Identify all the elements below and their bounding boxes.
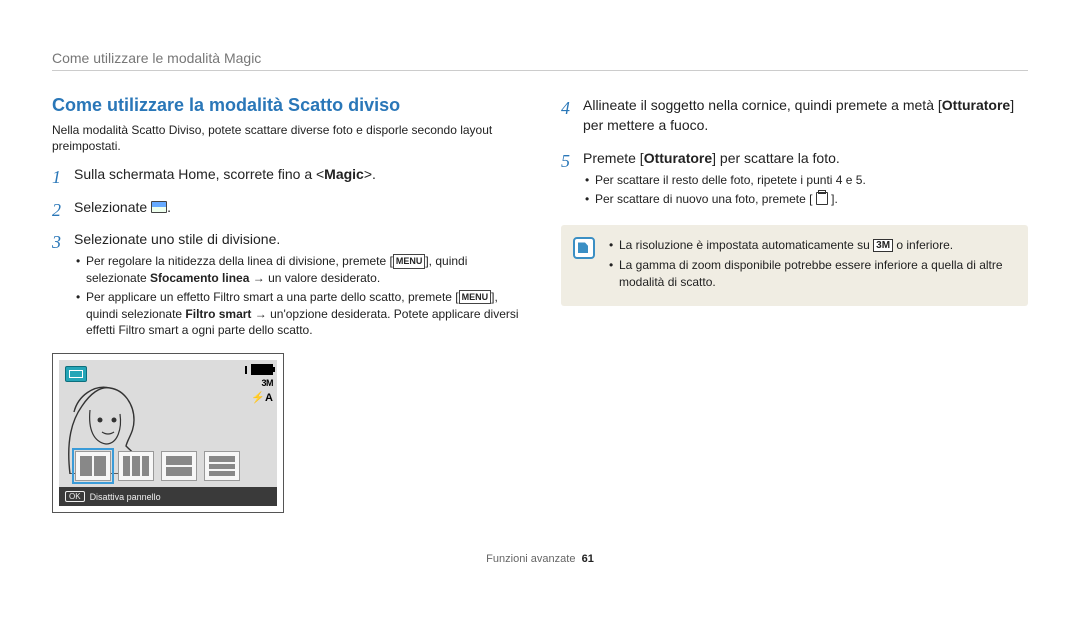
- steps-right: Allineate il soggetto nella cornice, qui…: [561, 95, 1028, 207]
- split-style-options: [75, 451, 240, 481]
- lcd-bottom-bar: OK Disattiva pannello: [59, 487, 277, 506]
- panel-toggle-label: Disattiva pannello: [90, 492, 161, 502]
- split-style-2[interactable]: [118, 451, 154, 481]
- menu-icon: MENU: [459, 290, 492, 305]
- page-header: Come utilizzare le modalità Magic: [52, 50, 1028, 71]
- step-item: Sulla schermata Home, scorrete fino a <M…: [52, 164, 519, 184]
- page-footer: Funzioni avanzate 61: [52, 553, 1028, 565]
- camera-lcd-screen: 3M ⚡A: [59, 360, 277, 506]
- split-style-3[interactable]: [161, 451, 197, 481]
- section-title: Come utilizzare la modalità Scatto divis…: [52, 95, 519, 116]
- lcd-status-icons: 3M ⚡A: [245, 364, 273, 404]
- resolution-3m-icon: 3M: [873, 239, 893, 252]
- note-callout: La risoluzione è impostata automaticamen…: [561, 225, 1028, 305]
- split-shot-icon: [151, 201, 167, 213]
- step-item: Selezionate .: [52, 197, 519, 217]
- trash-icon: [816, 192, 828, 205]
- step-item: Selezionate uno stile di divisione. Per …: [52, 229, 519, 339]
- camera-lcd-frame: 3M ⚡A: [52, 353, 284, 513]
- sub-bullet: Per scattare di nuovo una foto, premete …: [585, 191, 1028, 208]
- left-column: Come utilizzare la modalità Scatto divis…: [52, 95, 519, 513]
- sub-bullet: Per applicare un effetto Filtro smart a …: [76, 289, 519, 339]
- step-item: Allineate il soggetto nella cornice, qui…: [561, 95, 1028, 136]
- note-bullet: La gamma di zoom disponibile potrebbe es…: [609, 257, 1014, 291]
- resolution-icon: 3M: [261, 378, 273, 388]
- sub-bullet: Per regolare la nitidezza della linea di…: [76, 253, 519, 287]
- ok-button-label: OK: [65, 491, 85, 502]
- note-icon: [573, 237, 595, 259]
- steps-left: Sulla schermata Home, scorrete fino a <M…: [52, 164, 519, 339]
- sub-bullet: Per scattare il resto delle foto, ripete…: [585, 172, 1028, 189]
- menu-icon: MENU: [393, 254, 426, 269]
- split-style-1[interactable]: [75, 451, 111, 481]
- split-style-4[interactable]: [204, 451, 240, 481]
- note-bullet: La risoluzione è impostata automaticamen…: [609, 237, 1014, 254]
- right-column: Allineate il soggetto nella cornice, qui…: [561, 95, 1028, 513]
- step-item: Premete [Otturatore] per scattare la fot…: [561, 148, 1028, 208]
- battery-icon: [251, 364, 273, 375]
- intro-text: Nella modalità Scatto Diviso, potete sca…: [52, 122, 519, 154]
- flash-icon: ⚡A: [251, 391, 273, 404]
